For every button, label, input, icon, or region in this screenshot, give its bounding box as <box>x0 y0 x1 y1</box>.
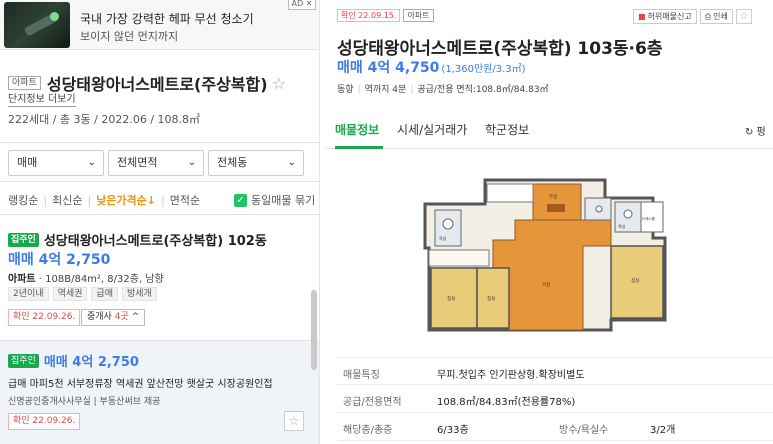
tab-school-info[interactable]: 학군정보 <box>485 121 529 138</box>
listing-price: 매매 4억 2,750 <box>8 252 111 268</box>
chevron-down-icon: ⌄ <box>287 157 296 168</box>
tag-chip: 2년이내 <box>8 287 49 301</box>
trade-type-select[interactable]: 매매 ⌄ <box>8 150 104 176</box>
room-label: 욕실 <box>439 235 447 241</box>
sort-latest[interactable]: 최신순 <box>52 192 82 208</box>
property-info-table: 매물특징 무피.첫입주 인기판상형.확장비별도 공급/전용면적 108.8㎡/8… <box>337 357 773 441</box>
row-value: 3/2개 <box>650 425 676 436</box>
building-select[interactable]: 전체동 ⌄ <box>208 150 304 176</box>
print-button[interactable]: ⎙ 인쇄 <box>699 9 733 24</box>
sort-bar: 랭킹순 | 최신순 | 낮은가격순↓ | 면적순 ✓ 동일매물 묶기 <box>8 192 316 208</box>
refresh-button[interactable]: ↻ 펑 <box>745 123 766 138</box>
siren-icon: ■ <box>638 12 646 21</box>
listing-panel: 국내 가장 강력한 헤파 무선 청소기 보이지 않던 먼지까지 AD ✕ 아파트… <box>0 0 320 444</box>
owner-badge: 집주인 <box>8 353 39 368</box>
row-label: 해당층/총층 <box>343 425 393 436</box>
room-label: 침실 <box>631 277 639 284</box>
room-label: 침실 <box>487 295 495 302</box>
sort-ranking[interactable]: 랭킹순 <box>8 192 38 208</box>
filter-bar: 매매 ⌄ 전체면적 ⌄ 전체동 ⌄ <box>0 142 319 182</box>
tab-listing-info[interactable]: 매물정보 <box>335 121 379 138</box>
ad-close-badge[interactable]: AD ✕ <box>288 0 316 10</box>
tag-chip: 급매 <box>91 287 118 301</box>
listing-tags: 2년이내 역세권 급매 방세개 <box>8 287 157 301</box>
active-tab-underline <box>335 146 383 149</box>
row-value: 108.8㎡/84.83㎡(전용률78%) <box>437 397 576 408</box>
chevron-down-icon: ⌄ <box>187 157 196 168</box>
listing-item-selected[interactable]: 집주인 매매 4억 2,750 급매 마피5천 서부정류장 역세권 앞산전망 햇… <box>0 340 319 444</box>
row-value: 무피.첫입주 인기판상형.확장비별도 <box>437 370 585 381</box>
ad-image[interactable] <box>4 2 70 48</box>
row-label: 방수/욕실수 <box>559 425 609 436</box>
detail-actions: ■ 허위매물신고 ⎙ 인쇄 ☆ <box>633 9 752 24</box>
detail-tabs: 매물정보 시세/실거래가 학군정보 ↻ 펑 <box>325 113 773 149</box>
room-label: 주방 <box>549 193 557 200</box>
table-row: 공급/전용면적 108.8㎡/84.83㎡(전용률78%) <box>337 385 773 413</box>
property-type-tag: 아파트 <box>403 9 434 22</box>
tag-chip: 방세개 <box>121 287 157 301</box>
sort-area[interactable]: 면적순 <box>170 192 200 208</box>
listing-title: 성당태왕아너스메트로(주상복합) 102동 <box>43 234 267 249</box>
print-label: 인쇄 <box>713 12 728 21</box>
listing-item[interactable]: 집주인 성당태왕아너스메트로(주상복합) 102동 매매 4억 2,750 아파… <box>0 215 319 340</box>
tag-chip: 역세권 <box>52 287 88 301</box>
building-value: 전체동 <box>217 156 248 169</box>
table-row: 매물특징 무피.첫입주 인기판상형.확장비별도 <box>337 357 773 385</box>
report-label: 허위매물신고 <box>647 12 692 21</box>
floor-plan-image[interactable]: 침실 침실 거실 침실 주방 드레스룸 욕실 욕실 <box>415 168 695 338</box>
row-value: 6/33층 <box>437 425 469 436</box>
room-label: 드레스룸 <box>642 216 656 221</box>
row-label: 매물특징 <box>343 370 380 381</box>
area-value: 전체면적 <box>117 156 158 169</box>
complex-info-link[interactable]: 단지정보 더보기 <box>8 94 76 107</box>
listing-description: 급매 마피5천 서부정류장 역세권 앞산전망 햇살굿 시장공원인접 <box>8 379 273 390</box>
table-row: 해당층/총층 6/33층 방수/욕실수 3/2개 <box>337 413 773 441</box>
same-listing-toggle[interactable]: ✓ 동일매물 묶기 <box>234 192 315 208</box>
verified-date: 확인 22.09.26. <box>8 413 81 430</box>
agent-info: 신명공인중개사사무실 | 부동산써브 제공 <box>8 397 161 407</box>
detail-panel: 확인 22.09.15. 아파트 ■ 허위매물신고 ⎙ 인쇄 ☆ 성당태왕아너스… <box>325 0 773 444</box>
complex-name: 성당태왕아너스메트로(주상복합) <box>46 75 268 94</box>
area-select[interactable]: 전체면적 ⌄ <box>108 150 204 176</box>
detail-title: 성당태왕아너스메트로(주상복합) 103동·6층 <box>337 39 663 59</box>
scrollbar-thumb[interactable] <box>311 290 317 370</box>
listing-title-row: 집주인 매매 4억 2,750 <box>8 351 139 370</box>
room-label: 거실 <box>542 281 550 288</box>
room-label: 침실 <box>447 295 455 302</box>
sort-low-price[interactable]: 낮은가격순↓ <box>96 192 156 208</box>
complex-header: 아파트 성당태왕아너스메트로(주상복합) ☆ <box>8 71 286 95</box>
favorite-star-icon[interactable]: ☆ <box>735 9 752 24</box>
listing-title-row: 집주인 성당태왕아너스메트로(주상복합) 102동 <box>8 230 267 249</box>
trade-type-value: 매매 <box>17 156 38 169</box>
checkbox-checked-icon[interactable]: ✓ <box>234 193 247 207</box>
listing-price: 매매 4억 2,750 <box>43 355 139 370</box>
room-label: 욕실 <box>618 223 626 229</box>
ad-banner[interactable]: 국내 가장 강력한 헤파 무선 청소기 보이지 않던 먼지까지 AD ✕ <box>0 0 319 50</box>
tab-price-history[interactable]: 시세/실거래가 <box>397 121 467 138</box>
row-label: 공급/전용면적 <box>343 397 402 408</box>
ad-title[interactable]: 국내 가장 강력한 헤파 무선 청소기 <box>80 10 254 27</box>
report-button[interactable]: ■ 허위매물신고 <box>633 9 697 24</box>
complex-summary: 222세대 / 총 3동 / 2022.06 / 108.8㎡ <box>8 113 201 126</box>
print-icon: ⎙ <box>704 12 712 21</box>
complex-type-tag: 아파트 <box>8 76 41 90</box>
favorite-star-icon[interactable]: ☆ <box>284 411 304 431</box>
same-listing-label: 동일매물 묶기 <box>251 194 316 207</box>
agents-toggle-button[interactable]: 중개사 4곳 ^ <box>81 309 146 326</box>
listing-detail: 아파트 · 108B/84m², 8/32층, 남향 <box>8 274 164 285</box>
ad-subtitle: 보이지 않던 먼지까지 <box>80 30 179 43</box>
favorite-star-icon[interactable]: ☆ <box>272 74 286 93</box>
detail-tags: 확인 22.09.15. 아파트 <box>337 9 434 22</box>
detail-price: 매매 4억 4,750 (1,360만원/3.3㎡) <box>337 60 526 76</box>
owner-badge: 집주인 <box>8 232 39 247</box>
chevron-down-icon: ⌄ <box>87 157 96 168</box>
verified-date: 확인 22.09.15. <box>337 9 401 22</box>
detail-meta: 동향 | 역까지 4분 | 공급/전용 면적:108.8㎡/84.83㎡ <box>337 85 549 95</box>
verified-date: 확인 22.09.26. <box>8 309 81 326</box>
